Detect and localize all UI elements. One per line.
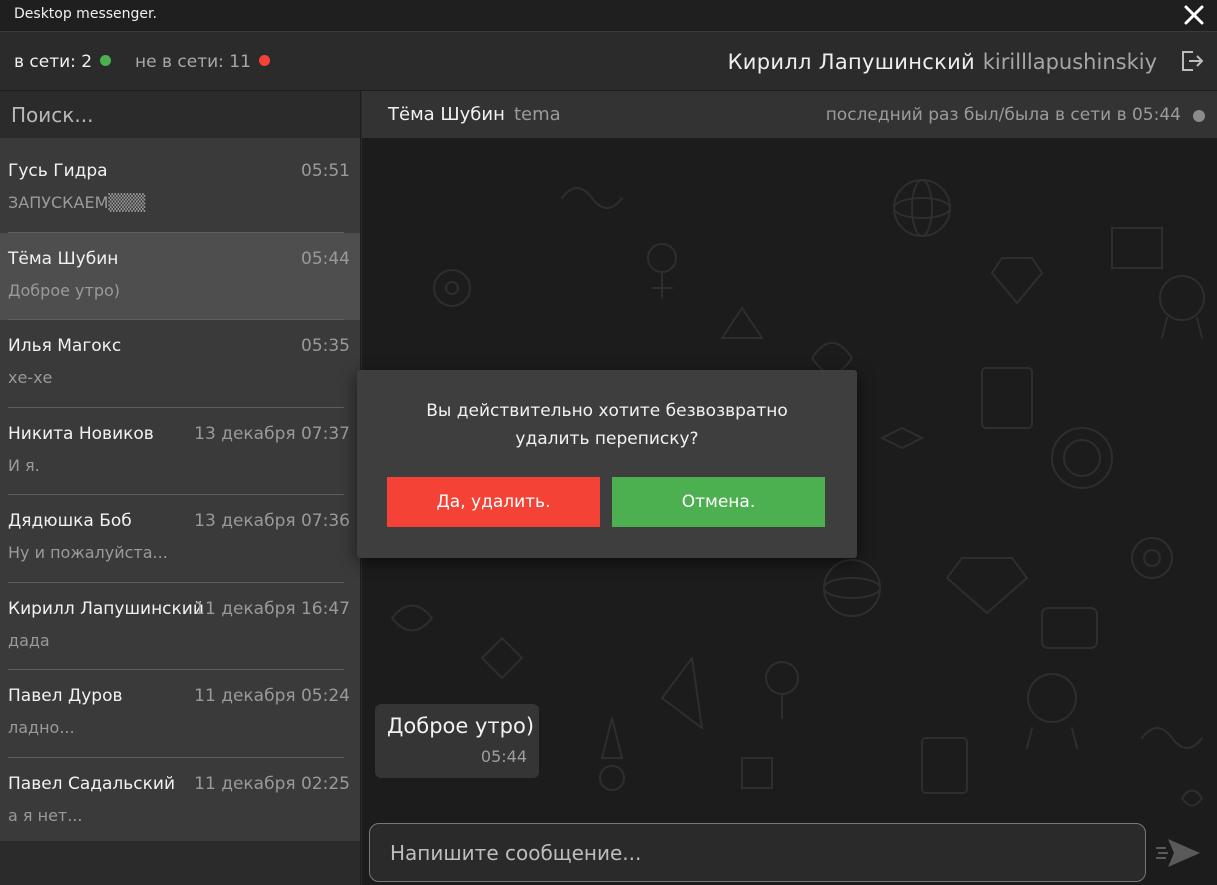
- cancel-button[interactable]: Отмена.: [612, 477, 825, 527]
- sidebar-footer: [0, 841, 360, 885]
- status-dot-icon: [1193, 110, 1205, 122]
- chat-time: 11 декабря 02:25: [194, 773, 350, 794]
- message-text: Доброе утро): [387, 714, 535, 738]
- window-title: Desktop messenger.: [14, 6, 157, 22]
- chat-name: Тёма Шубин: [8, 248, 119, 269]
- chat-list-item[interactable]: Павел Дуров 11 декабря 05:24 ладно...: [0, 670, 360, 758]
- chat-list-item[interactable]: Кирилл Лапушинский 11 декабря 16:47 дада: [0, 583, 360, 670]
- close-icon[interactable]: [1183, 2, 1205, 28]
- message-time: 05:44: [480, 747, 527, 766]
- offline-dot-icon: [258, 55, 270, 66]
- chat-name: Никита Новиков: [8, 423, 154, 444]
- chat-list-item-active[interactable]: Тёма Шубин 05:44 Доброе утро): [0, 232, 360, 320]
- chat-preview: ЗАПУСКАЕМ▒▒▒: [8, 193, 146, 212]
- chat-time: 11 декабря 16:47: [194, 598, 350, 619]
- online-dot-icon: [100, 55, 112, 66]
- current-user-name: Кирилл Лапушинский: [727, 50, 975, 74]
- search-input[interactable]: [0, 91, 360, 138]
- chat-name: Гусь Гидра: [8, 161, 108, 181]
- chat-contact-name: Тёма Шубин: [388, 104, 505, 125]
- chat-name: Кирилл Лапушинский: [8, 598, 204, 619]
- online-status: в сети: 2: [14, 52, 112, 72]
- chat-preview: И я.: [8, 455, 40, 475]
- chat-time: 13 декабря 07:37: [194, 423, 350, 444]
- chat-list: Гусь Гидра 05:51 ЗАПУСКАЕМ▒▒▒ Тёма Шубин…: [0, 145, 360, 845]
- chat-list-item[interactable]: Илья Магокс 05:35 хе-хе: [0, 320, 360, 408]
- chat-time: 13 декабря 07:36: [194, 511, 350, 531]
- chat-preview: Доброе утро): [8, 280, 121, 300]
- title-bar: Desktop messenger.: [0, 0, 1217, 32]
- chat-list-item[interactable]: Никита Новиков 13 декабря 07:37 И я.: [0, 408, 360, 495]
- chat-header: Тёма Шубин tema последний раз был/была в…: [362, 91, 1217, 138]
- chat-preview: дада: [8, 630, 50, 650]
- online-count-label: в сети: 2: [14, 52, 93, 72]
- last-seen-status: последний раз был/была в сети в 05:44: [825, 105, 1181, 125]
- chat-time: 05:44: [301, 248, 350, 269]
- chat-name: Дядюшка Боб: [8, 511, 132, 531]
- top-bar: в сети: 2 не в сети: 11 Кирилл Лапушинск…: [0, 33, 1217, 91]
- current-user-login: kirilllapushinskiy: [982, 50, 1157, 74]
- message-bubble[interactable]: Доброе утро) 05:44: [375, 704, 539, 778]
- dialog-question: Вы действительно хотите безвозвратно уда…: [426, 401, 788, 449]
- offline-status: не в сети: 11: [135, 52, 270, 72]
- chat-list-item[interactable]: Павел Садальский 11 декабря 02:25 а я не…: [0, 758, 360, 846]
- chat-name: Павел Садальский: [8, 773, 176, 794]
- confirm-delete-button[interactable]: Да, удалить.: [387, 477, 600, 527]
- chat-time: 05:35: [301, 336, 350, 356]
- chat-name: Илья Магокс: [8, 336, 122, 356]
- chat-list-item[interactable]: Гусь Гидра 05:51 ЗАПУСКАЕМ▒▒▒: [0, 145, 360, 233]
- message-input[interactable]: [369, 823, 1146, 882]
- chat-preview: Ну и пожалуйста...: [8, 543, 168, 562]
- chat-time: 11 декабря 05:24: [194, 686, 350, 706]
- offline-count-label: не в сети: 11: [135, 52, 251, 72]
- delete-confirm-dialog: Вы действительно хотите безвозвратно уда…: [357, 370, 857, 558]
- send-icon[interactable]: [1154, 835, 1202, 871]
- logout-icon[interactable]: [1179, 48, 1205, 74]
- chat-name: Павел Дуров: [8, 686, 123, 706]
- chat-preview: ладно...: [8, 718, 75, 737]
- chat-time: 05:51: [301, 161, 350, 181]
- chat-sidebar: Гусь Гидра 05:51 ЗАПУСКАЕМ▒▒▒ Тёма Шубин…: [0, 91, 361, 885]
- chat-preview: а я нет...: [8, 805, 83, 825]
- chat-contact-login: tema: [514, 104, 561, 125]
- chat-list-item[interactable]: Дядюшка Боб 13 декабря 07:36 Ну и пожалу…: [0, 495, 360, 583]
- chat-preview: хе-хе: [8, 368, 53, 387]
